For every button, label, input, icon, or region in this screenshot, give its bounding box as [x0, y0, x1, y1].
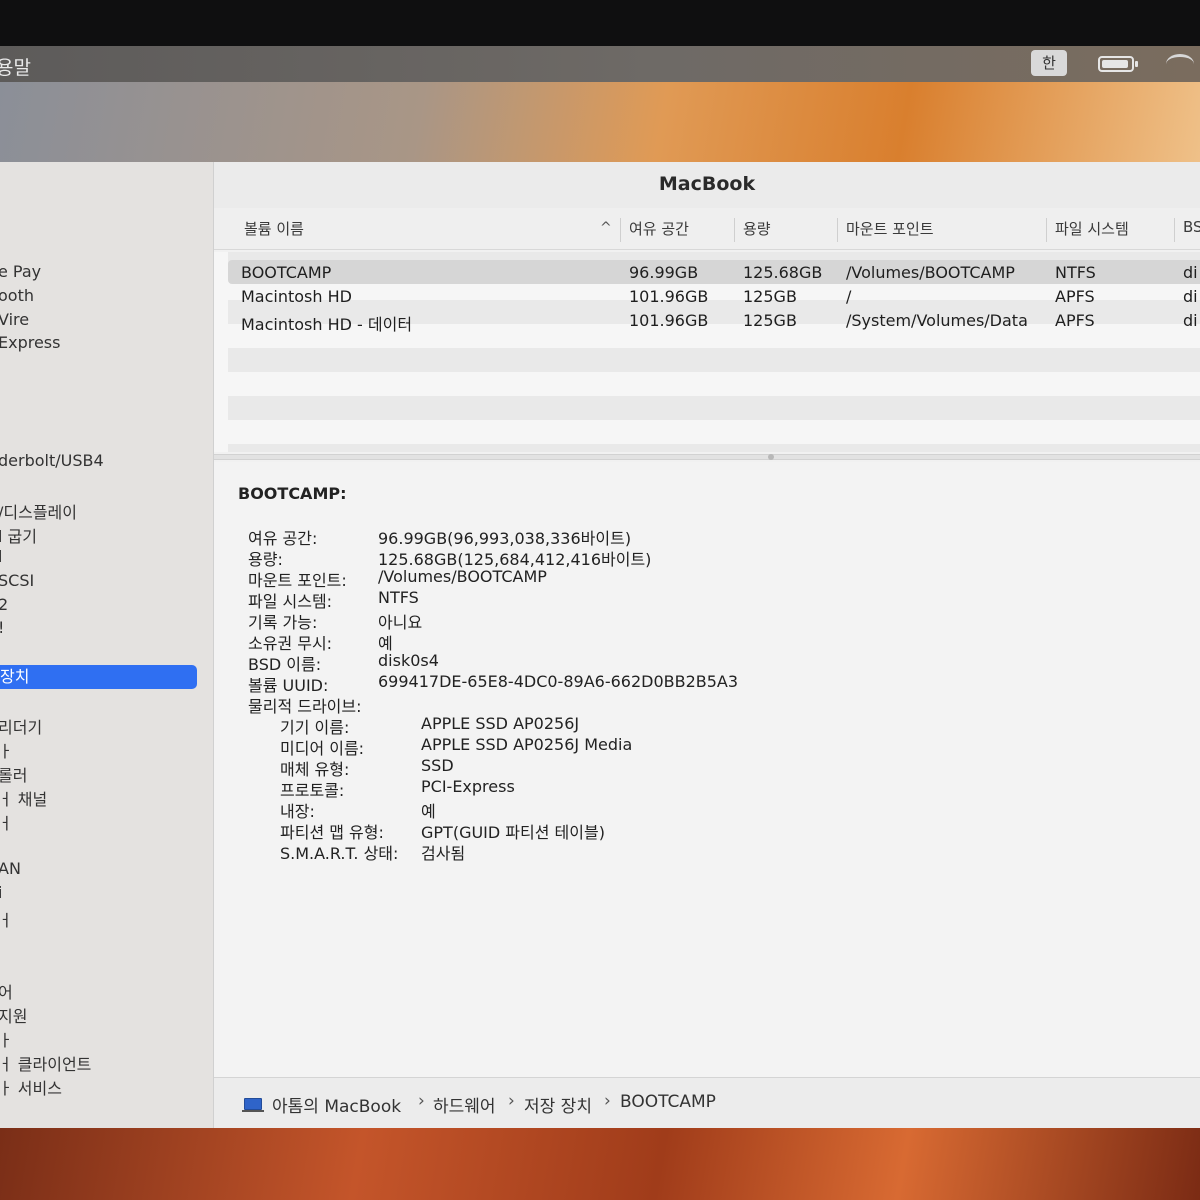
sidebar-item[interactable]: /디스플레이: [0, 499, 77, 523]
cell-free: 96.99GB: [629, 263, 699, 282]
cell-bsd: di: [1183, 311, 1198, 330]
drive-value: SSD: [421, 756, 454, 775]
sidebar-item[interactable]: ㅏ: [0, 738, 13, 762]
drive-key: S.M.A.R.T. 상태:: [280, 844, 399, 863]
cell-fs: NTFS: [1055, 263, 1096, 282]
detail-value: /Volumes/BOOTCAMP: [378, 567, 547, 586]
wifi-icon[interactable]: [1166, 54, 1194, 74]
sidebar-item[interactable]: ooth: [0, 286, 34, 305]
laptop-icon: [242, 1098, 264, 1112]
battery-icon[interactable]: [1098, 56, 1138, 72]
breadcrumb: 아톰의 MacBook › 하드웨어 › 저장 장치 › BOOTCAMP: [214, 1077, 1200, 1128]
cell-fs: APFS: [1055, 287, 1095, 306]
column-header-free-space[interactable]: 여유 공간: [620, 218, 689, 242]
split-view-divider[interactable]: [214, 454, 1200, 460]
sidebar-item[interactable]: i: [0, 883, 2, 902]
volume-table: BOOTCAMP 96.99GB 125.68GB /Volumes/BOOTC…: [214, 252, 1200, 452]
main-content: MacBook 볼륨 이름 ^ 여유 공간 용량 마운트 포인트 파일 시스템 …: [214, 162, 1200, 1128]
detail-value: NTFS: [378, 588, 419, 607]
breadcrumb-item[interactable]: 저장 장치: [524, 1092, 592, 1117]
system-information-window: e Pay ooth Vire Express derbolt/USB4 /디스…: [0, 162, 1200, 1128]
cell-capacity: 125GB: [743, 311, 797, 330]
drive-value: 검사됨: [421, 844, 466, 863]
desktop-wallpaper-bottom: [0, 1128, 1200, 1200]
cell-name: Macintosh HD - 데이터: [241, 315, 413, 334]
sidebar-item[interactable]: 어: [0, 979, 13, 1003]
sidebar-item[interactable]: ㅓ: [0, 810, 13, 834]
cell-bsd: di: [1183, 263, 1198, 282]
sidebar-item[interactable]: l 굽기: [0, 523, 37, 547]
sidebar-item[interactable]: derbolt/USB4: [0, 451, 104, 470]
sidebar-item[interactable]: !: [0, 618, 4, 637]
desktop-wallpaper: [0, 82, 1200, 172]
sidebar-item[interactable]: 리더기: [0, 714, 42, 738]
cell-name: BOOTCAMP: [241, 263, 332, 282]
sidebar-item[interactable]: ㅓ 채널: [0, 786, 47, 810]
table-row[interactable]: Macintosh HD 101.96GB 125GB / APFS di: [228, 284, 1200, 308]
column-header-bsd[interactable]: BS: [1174, 218, 1200, 242]
sidebar-item[interactable]: ㅓ: [0, 907, 13, 931]
breadcrumb-separator: ›: [604, 1091, 611, 1111]
cell-fs: APFS: [1055, 311, 1095, 330]
table-header: 볼륨 이름 ^ 여유 공간 용량 마운트 포인트 파일 시스템 BS: [214, 208, 1200, 250]
breadcrumb-item[interactable]: BOOTCAMP: [620, 1092, 716, 1112]
sidebar-item[interactable]: Express: [0, 333, 60, 352]
detail-pane: BOOTCAMP: 여유 공간: 96.99GB(96,993,038,336바…: [214, 462, 1200, 1077]
cell-capacity: 125GB: [743, 287, 797, 306]
table-row[interactable]: Macintosh HD - 데이터 101.96GB 125GB /Syste…: [228, 308, 1200, 334]
breadcrumb-separator: ›: [508, 1091, 515, 1111]
cell-name: Macintosh HD: [241, 287, 352, 306]
column-header-mount-point[interactable]: 마운트 포인트: [837, 218, 934, 242]
breadcrumb-separator: ›: [418, 1091, 425, 1111]
cell-mount: /System/Volumes/Data: [846, 311, 1028, 330]
detail-title: BOOTCAMP:: [238, 484, 347, 503]
sidebar-item[interactable]: ㅓ 클라이언트: [0, 1051, 91, 1075]
sidebar-item[interactable]: l: [0, 547, 2, 566]
divider-handle[interactable]: [768, 454, 774, 460]
row-stripe: [228, 444, 1200, 452]
cell-capacity: 125.68GB: [743, 263, 823, 282]
sidebar: e Pay ooth Vire Express derbolt/USB4 /디스…: [0, 162, 214, 1128]
column-header-volume-name[interactable]: 볼륨 이름: [244, 218, 304, 239]
sidebar-item[interactable]: ㅏ: [0, 1027, 13, 1051]
sidebar-item[interactable]: 롤러: [0, 762, 27, 786]
cell-mount: /Volumes/BOOTCAMP: [846, 263, 1015, 282]
row-stripe: [228, 348, 1200, 372]
sidebar-item[interactable]: 2: [0, 595, 8, 614]
menu-app-title[interactable]: 용말: [0, 53, 31, 80]
cell-free: 101.96GB: [629, 287, 709, 306]
screen-bezel: [0, 0, 1200, 46]
sidebar-item[interactable]: Vire: [0, 310, 29, 329]
detail-value: disk0s4: [378, 651, 439, 670]
sidebar-item-storage[interactable]: 장치: [0, 665, 197, 689]
sort-ascending-icon[interactable]: ^: [600, 220, 612, 236]
drive-value: APPLE SSD AP0256J: [421, 714, 580, 733]
column-header-capacity[interactable]: 용량: [734, 218, 771, 242]
sidebar-item[interactable]: SCSI: [0, 571, 34, 590]
sidebar-item[interactable]: e Pay: [0, 262, 41, 281]
input-source-indicator[interactable]: 한: [1031, 50, 1067, 76]
drive-value: APPLE SSD AP0256J Media: [421, 735, 633, 754]
sidebar-item[interactable]: AN: [0, 859, 21, 878]
window-title: MacBook: [214, 162, 1200, 208]
table-row[interactable]: BOOTCAMP 96.99GB 125.68GB /Volumes/BOOTC…: [228, 260, 1200, 284]
cell-free: 101.96GB: [629, 311, 709, 330]
menu-bar: 용말 한: [0, 46, 1200, 82]
row-stripe: [228, 396, 1200, 420]
sidebar-item[interactable]: ㅏ 서비스: [0, 1075, 62, 1099]
cell-bsd: di: [1183, 287, 1198, 306]
breadcrumb-item[interactable]: 하드웨어: [433, 1092, 496, 1117]
column-header-file-system[interactable]: 파일 시스템: [1046, 218, 1129, 242]
breadcrumb-item[interactable]: 아톰의 MacBook: [272, 1092, 401, 1117]
drive-value: PCI-Express: [421, 777, 515, 796]
detail-value: 699417DE-65E8-4DC0-89A6-662D0BB2B5A3: [378, 672, 739, 691]
sidebar-item[interactable]: 지원: [0, 1003, 27, 1027]
cell-mount: /: [846, 287, 852, 306]
